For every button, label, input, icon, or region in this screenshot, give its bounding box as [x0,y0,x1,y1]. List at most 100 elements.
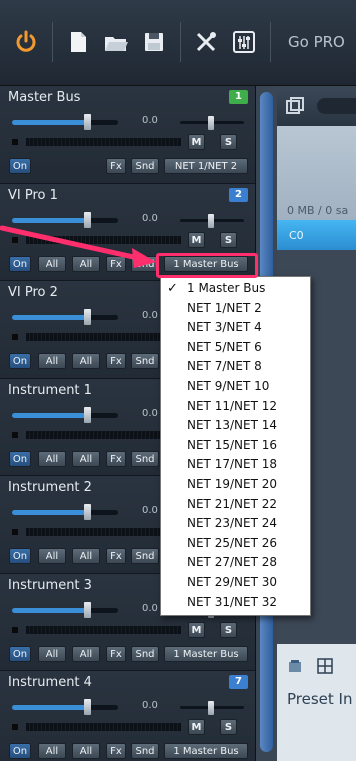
channel-name[interactable]: VI Pro 2 [8,285,58,300]
send-button[interactable]: Snd [131,548,159,564]
volume-fader-knob[interactable] [84,309,91,325]
solo-button[interactable]: S [220,231,237,248]
channel-name[interactable]: Instrument 1 [8,383,92,398]
menu-item[interactable]: ✓ 1 Master Bus [161,280,312,297]
power-icon[interactable] [12,28,40,56]
open-folder-icon[interactable] [102,28,130,56]
pan-slider-knob[interactable] [208,701,214,715]
channel-name[interactable]: VI Pro 1 [8,188,58,203]
pan-slider-knob[interactable] [208,116,214,130]
send-button[interactable]: Snd [131,158,159,174]
audio-clip[interactable]: C0 [277,220,356,250]
input-all-button[interactable]: All [38,645,66,662]
menu-item[interactable]: NET 15/NET 16 [161,437,312,454]
fx-button[interactable]: Fx [106,548,126,564]
menu-item[interactable]: NET 21/NET 22 [161,496,312,513]
menu-item[interactable]: NET 19/NET 20 [161,476,312,493]
volume-fader-knob[interactable] [84,211,91,228]
channel-name[interactable]: Instrument 4 [8,675,92,690]
monitor-on-button[interactable]: On [9,743,31,759]
new-file-icon[interactable] [64,28,92,56]
monitor-on-button[interactable]: On [9,450,31,467]
menu-item[interactable]: NET 23/NET 24 [161,515,312,532]
output-routing-button[interactable]: 1 Master Bus [164,743,248,759]
output-routing-button[interactable]: NET 1/NET 2 [164,158,248,174]
tools-icon[interactable] [192,28,220,56]
menu-item[interactable]: NET 7/NET 8 [161,358,312,375]
input-all-button[interactable]: All [72,450,100,467]
mute-button[interactable]: M [188,719,205,735]
input-all-button[interactable]: All [72,255,100,272]
menu-item[interactable]: NET 25/NET 26 [161,535,312,552]
volume-fader-knob[interactable] [84,406,91,423]
mute-button[interactable]: M [188,621,205,638]
menu-item[interactable]: NET 31/NET 32 [161,594,312,611]
input-all-button[interactable]: All [72,645,100,662]
monitor-on-button[interactable]: On [9,255,31,272]
solo-button[interactable]: S [220,719,237,735]
solo-button[interactable]: S [220,134,237,150]
menu-item[interactable]: NET 29/NET 30 [161,574,312,591]
send-button[interactable]: Snd [131,645,159,662]
fx-button[interactable]: Fx [106,353,126,369]
input-all-button[interactable]: All [72,743,100,759]
window-icon[interactable] [285,96,305,116]
input-all-button[interactable]: All [38,743,66,759]
menu-item[interactable]: NET 1/NET 2 [161,300,312,317]
monitor-on-button[interactable]: On [9,158,31,174]
save-icon[interactable] [140,28,168,56]
menu-item[interactable]: NET 13/NET 14 [161,417,312,434]
output-routing-button[interactable]: 1 Master Bus [164,645,248,662]
menu-item[interactable]: NET 3/NET 4 [161,319,312,336]
go-pro-button[interactable]: Go PRO [288,33,345,51]
input-all-button[interactable]: All [38,548,66,564]
send-button[interactable]: Snd [131,353,159,369]
arrange-toolbar [277,86,356,126]
grid-view-icon[interactable] [317,658,333,674]
browser-home-icon[interactable] [287,658,303,674]
fx-button[interactable]: Fx [106,158,126,174]
volume-value: 0.0 [142,407,158,419]
mute-button[interactable]: M [188,134,205,150]
send-button[interactable]: Snd [131,255,159,272]
volume-fader-knob[interactable] [84,504,91,520]
input-all-button[interactable]: All [38,353,66,369]
memory-usage-text: 0 MB / 0 sa [287,204,349,217]
send-button[interactable]: Snd [131,743,159,759]
fx-button[interactable]: Fx [106,450,126,467]
menu-item[interactable]: NET 17/NET 18 [161,456,312,473]
menu-item[interactable]: NET 11/NET 12 [161,398,312,415]
volume-fader-fill [12,510,86,515]
channel-name[interactable]: Instrument 3 [8,578,92,593]
menu-item[interactable]: NET 5/NET 6 [161,339,312,356]
arrange-search-field[interactable] [317,98,356,114]
solo-button[interactable]: S [220,621,237,638]
input-all-button[interactable]: All [38,255,66,272]
mixer-settings-icon[interactable] [230,28,258,56]
fx-button[interactable]: Fx [106,645,126,662]
menu-item[interactable]: NET 9/NET 10 [161,378,312,395]
fx-button[interactable]: Fx [106,255,126,272]
fx-button[interactable]: Fx [106,743,126,759]
input-all-button[interactable]: All [38,450,66,467]
channel-name[interactable]: Instrument 2 [8,480,92,495]
send-button[interactable]: Snd [131,450,159,467]
pan-slider-knob[interactable] [208,213,214,228]
volume-value: 0.0 [142,700,158,711]
volume-fader-knob[interactable] [84,601,91,618]
monitor-on-button[interactable]: On [9,548,31,564]
mute-button[interactable]: M [188,231,205,248]
menu-item-label: NET 23/NET 24 [187,516,277,531]
input-all-button[interactable]: All [72,548,100,564]
volume-fader-fill [12,705,86,710]
level-meter [26,138,181,146]
menu-item[interactable]: NET 27/NET 28 [161,554,312,571]
volume-fader-knob[interactable] [84,114,91,130]
volume-fader-knob[interactable] [84,699,91,715]
channel-name[interactable]: Master Bus [8,90,80,105]
monitor-on-button[interactable]: On [9,645,31,662]
input-all-button[interactable]: All [72,353,100,369]
channel-number-badge: 2 [229,187,248,202]
toolbar-separator [52,22,53,62]
monitor-on-button[interactable]: On [9,353,31,369]
